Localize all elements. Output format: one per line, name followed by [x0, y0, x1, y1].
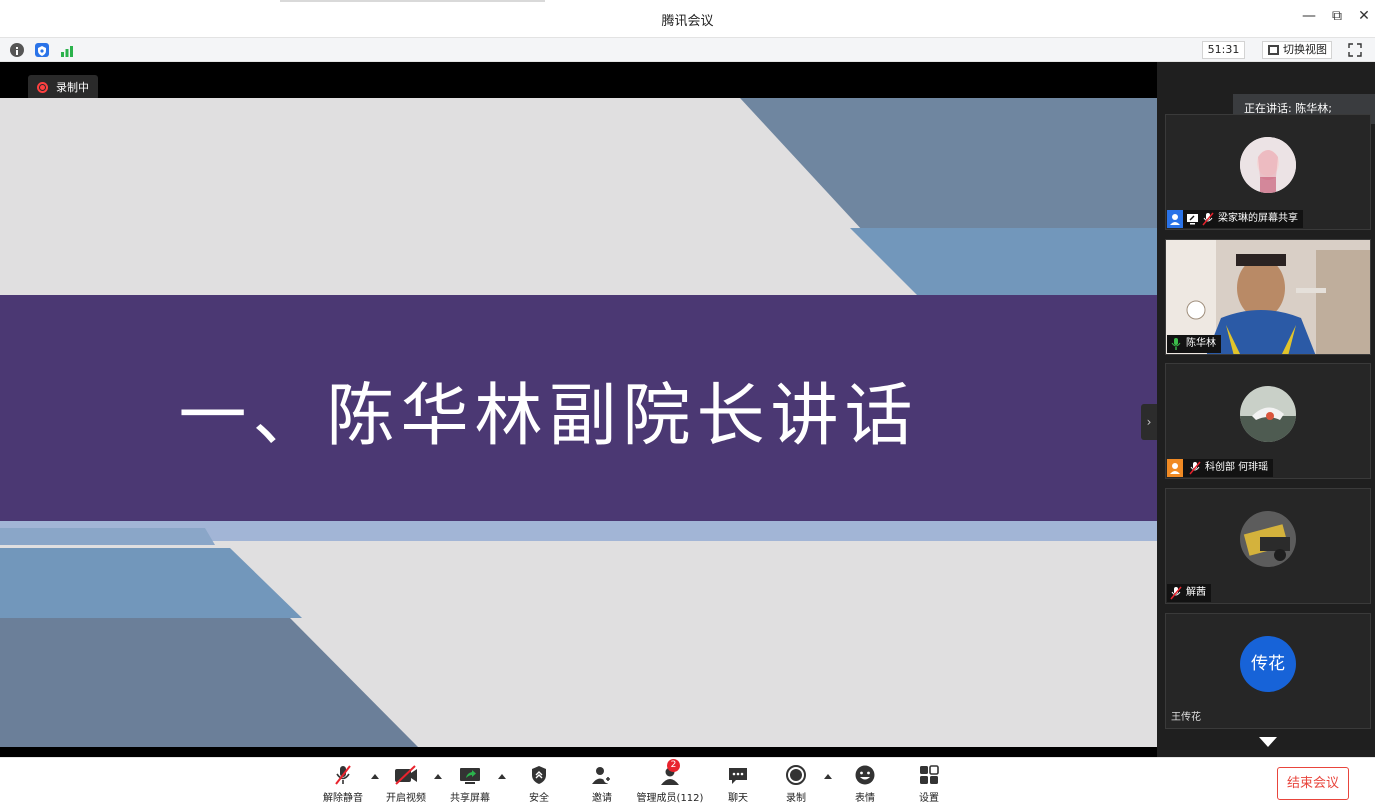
audio-options-caret-icon[interactable]	[371, 774, 379, 779]
collapse-panel-button[interactable]: ›	[1141, 404, 1157, 440]
meeting-timer: 51:31	[1202, 41, 1245, 59]
restore-button[interactable]: ⧉	[1327, 8, 1347, 24]
security-button[interactable]: 安全	[525, 764, 553, 804]
user-icon	[1167, 210, 1183, 228]
avatar	[1240, 137, 1296, 193]
avatar	[1240, 511, 1296, 567]
emoji-label: 表情	[855, 793, 875, 804]
share-options-caret-icon[interactable]	[498, 774, 506, 779]
members-badge: 2	[667, 759, 680, 772]
fullscreen-icon[interactable]	[1348, 42, 1362, 57]
avatar: 传花	[1240, 636, 1296, 692]
start-video-label: 开启视频	[386, 793, 426, 804]
shield-icon	[525, 764, 553, 786]
participant-label: 王传花	[1167, 709, 1206, 727]
participant-tile[interactable]: 传花 王传花	[1165, 613, 1371, 729]
manage-members-label: 管理成员(112)	[636, 793, 704, 804]
invite-button[interactable]: 邀请	[588, 764, 616, 804]
meeting-info-bar: 51:31 切换视图	[0, 37, 1375, 62]
video-off-icon	[384, 764, 428, 786]
add-user-icon	[588, 764, 616, 786]
meeting-toolbar: 解除静音 开启视频 共享屏幕 安全 邀请 2 管理成员(112) 聊天 录制 表…	[0, 757, 1375, 807]
recording-label: 录制中	[56, 81, 89, 94]
invite-label: 邀请	[592, 793, 612, 804]
info-icon[interactable]	[10, 43, 24, 57]
video-options-caret-icon[interactable]	[434, 774, 442, 779]
settings-button[interactable]: 设置	[915, 764, 943, 804]
smiley-icon	[851, 764, 879, 786]
close-button[interactable]: ✕	[1354, 8, 1374, 24]
meeting-window: 腾讯会议 — ⧉ ✕ 51:31 切换视图 录制中 一、陈华林副院长讲话 › 正…	[0, 0, 1375, 807]
participant-label: 陈华林	[1167, 335, 1221, 353]
avatar	[1240, 386, 1296, 442]
switch-view-icon	[1268, 45, 1279, 55]
end-meeting-button[interactable]: 结束会议	[1277, 767, 1349, 800]
record-icon	[782, 764, 810, 786]
settings-label: 设置	[919, 793, 939, 804]
mic-muted-icon	[1170, 586, 1182, 600]
slide-title: 一、陈华林副院长讲话	[178, 377, 919, 456]
participant-name: 解茜	[1186, 587, 1206, 598]
mic-muted-icon	[1202, 212, 1214, 226]
presentation-slide: 一、陈华林副院长讲话	[0, 98, 1157, 747]
minimize-button[interactable]: —	[1299, 8, 1319, 24]
chat-label: 聊天	[728, 793, 748, 804]
user-icon	[1167, 459, 1183, 477]
title-bar: 腾讯会议 — ⧉ ✕	[0, 0, 1375, 37]
participant-name: 科创部 何琲瑶	[1205, 462, 1269, 473]
emoji-button[interactable]: 表情	[851, 764, 879, 804]
record-button[interactable]: 录制	[782, 764, 810, 804]
start-video-button[interactable]: 开启视频	[384, 764, 428, 804]
share-screen-label: 共享屏幕	[450, 793, 490, 804]
unmute-button[interactable]: 解除静音	[321, 764, 365, 804]
security-label: 安全	[529, 793, 549, 804]
record-options-caret-icon[interactable]	[824, 774, 832, 779]
screen-share-icon	[1186, 210, 1199, 228]
participant-tile[interactable]: 解茜	[1165, 488, 1371, 604]
participant-name: 陈华林	[1186, 338, 1216, 349]
record-label: 录制	[786, 793, 806, 804]
share-screen-button[interactable]: 共享屏幕	[447, 764, 493, 804]
recording-dot-icon	[37, 82, 48, 93]
participant-name: 王传花	[1171, 712, 1201, 723]
chat-button[interactable]: 聊天	[724, 764, 752, 804]
participant-tile[interactable]: 科创部 何琲瑶	[1165, 363, 1371, 479]
signal-icon[interactable]	[60, 43, 74, 57]
switch-view-button[interactable]: 切换视图	[1262, 41, 1332, 59]
participant-label: 解茜	[1167, 584, 1211, 602]
mic-muted-icon	[321, 764, 365, 786]
participant-label: 科创部 何琲瑶	[1167, 459, 1274, 477]
participant-panel: 正在讲话: 陈华林; 梁家琳的屏幕共享 陈华林 科创部 何琲瑶 解茜 传花 王传…	[1157, 62, 1375, 757]
share-screen-icon	[447, 764, 493, 786]
participant-label: 梁家琳的屏幕共享	[1167, 210, 1303, 228]
mic-active-icon	[1170, 337, 1182, 351]
participant-tile-video[interactable]: 陈华林	[1165, 239, 1371, 355]
shared-screen-stage: 录制中 一、陈华林副院长讲话 ›	[0, 62, 1157, 757]
scroll-down-icon[interactable]	[1259, 737, 1277, 747]
participant-tile[interactable]: 梁家琳的屏幕共享	[1165, 114, 1371, 230]
switch-view-label: 切换视图	[1283, 43, 1327, 56]
manage-members-button[interactable]: 2 管理成员(112)	[636, 759, 704, 804]
members-icon: 2	[636, 759, 704, 786]
recording-indicator: 录制中	[28, 75, 98, 100]
apps-grid-icon	[915, 764, 943, 786]
shield-icon[interactable]	[35, 43, 49, 57]
chat-icon	[724, 764, 752, 786]
window-title: 腾讯会议	[661, 14, 714, 29]
participant-name: 梁家琳的屏幕共享	[1218, 213, 1298, 224]
mic-muted-icon	[1189, 461, 1201, 475]
unmute-label: 解除静音	[323, 793, 363, 804]
